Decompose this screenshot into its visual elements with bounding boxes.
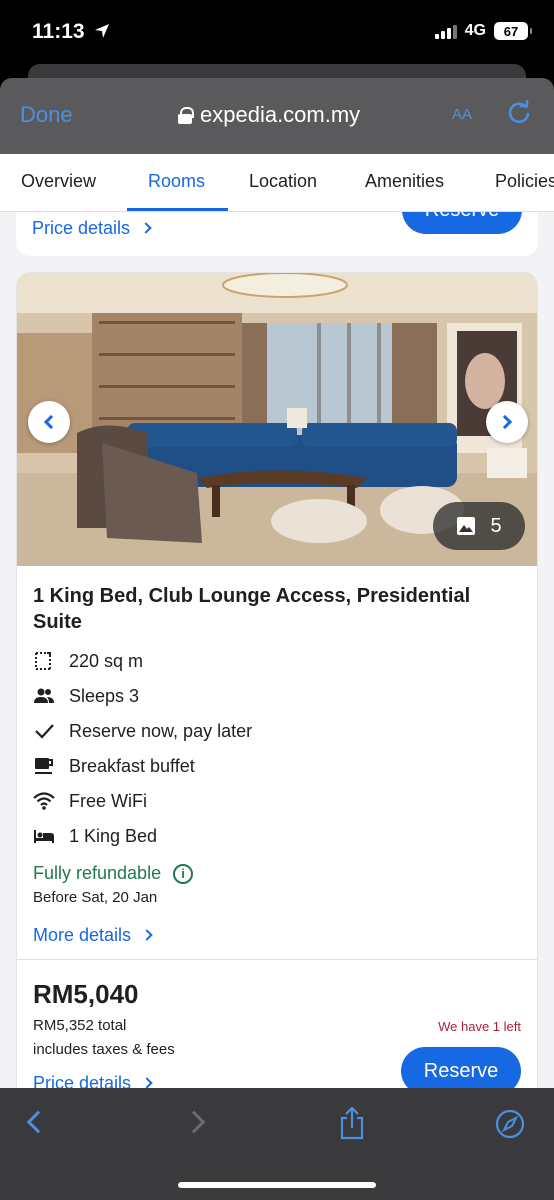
check-icon [35,724,54,739]
home-indicator [178,1182,376,1188]
reserve-button[interactable]: Reserve [401,1047,521,1088]
share-icon[interactable] [338,1106,366,1140]
aa-label: AA [452,106,473,123]
refund-policy: Fully refundable i [33,863,194,884]
more-details-label: More details [33,925,132,945]
room-title: 1 King Bed, Club Lounge Access, Presiden… [33,585,471,633]
previous-room-card: Price details Reserve [16,212,538,256]
gallery-icon [457,517,476,535]
rooms-list[interactable]: Price details Reserve [0,212,554,1088]
chevron-right-icon [141,1077,153,1088]
taxes-note: includes taxes & fees [33,1041,175,1058]
url-bar[interactable]: expedia.com.my [178,102,360,128]
feature-reserve-now: Reserve now, pay later [33,720,252,742]
chevron-right-icon [141,929,153,941]
refundable-label: Fully refundable [33,863,162,883]
network-type: 4G [464,22,486,39]
price-details-link[interactable]: Price details [33,1073,153,1088]
room-card: 5 1 King Bed, Club Lounge Access, Presid… [16,272,538,1088]
feature-label: 220 sq m [69,650,144,671]
price-details-label: Price details [32,218,131,238]
chevron-right-icon [497,414,513,430]
reload-icon[interactable] [506,100,532,126]
chevron-right-icon [140,222,152,234]
wifi-icon [33,792,55,810]
browser-header: Done expedia.com.my AA [0,78,554,154]
text-size-button[interactable]: AA [452,102,472,125]
tab-overview[interactable]: Overview [21,171,96,192]
status-time: 11:13 [32,20,110,44]
section-tabs: Overview Rooms Location Amenities Polici… [0,154,554,212]
bed-icon [34,830,54,843]
previous-price-details-link[interactable]: Price details [32,218,152,239]
compass-icon[interactable] [494,1108,526,1140]
battery-level: 67 [503,23,519,39]
info-icon[interactable]: i [173,863,194,884]
photo-count-label: 5 [490,514,502,537]
time-text: 11:13 [32,20,85,43]
feature-area: 220 sq m [33,650,143,672]
tab-policies[interactable]: Policies [495,171,554,192]
forward-icon[interactable] [182,1110,206,1134]
divider [17,959,537,960]
total-price: RM5,352 total [33,1017,127,1034]
next-photo-button[interactable] [486,401,528,443]
tab-location[interactable]: Location [249,171,317,192]
feature-breakfast: Breakfast buffet [33,755,195,777]
status-bar: 11:13 4G 67 [0,0,554,70]
feature-label: Sleeps 3 [69,685,140,706]
feature-label: Free WiFi [69,790,147,811]
feature-wifi: Free WiFi [33,790,147,812]
signal-icon [434,23,457,39]
feature-sleeps: Sleeps 3 [33,685,139,707]
done-button[interactable]: Done [20,102,73,128]
active-tab-indicator [127,208,228,211]
url-text: expedia.com.my [200,102,361,127]
status-indicators: 4G 67 [434,22,532,40]
previous-reserve-button[interactable]: Reserve [402,212,522,234]
tab-rooms[interactable]: Rooms [148,171,205,192]
people-icon [34,688,54,703]
availability-badge: We have 1 left [438,1019,521,1034]
feature-label: Reserve now, pay later [69,720,253,741]
tab-amenities[interactable]: Amenities [365,171,444,192]
feature-label: Breakfast buffet [69,755,195,776]
coffee-icon [35,758,53,774]
chevron-left-icon [43,414,59,430]
back-icon[interactable] [26,1110,50,1134]
price-details-label: Price details [33,1073,132,1088]
more-details-link[interactable]: More details [33,925,153,946]
refund-deadline: Before Sat, 20 Jan [33,889,158,906]
feature-label: 1 King Bed [69,825,158,846]
location-arrow-icon [95,24,110,38]
photo-gallery-button[interactable]: 5 [433,502,525,550]
feature-bed: 1 King Bed [33,825,157,847]
battery-icon: 67 [494,22,532,40]
room-photo[interactable]: 5 [17,273,537,566]
lock-icon [178,107,194,124]
area-icon [35,652,52,670]
nightly-price: RM5,040 [33,979,139,1009]
previous-photo-button[interactable] [28,401,70,443]
